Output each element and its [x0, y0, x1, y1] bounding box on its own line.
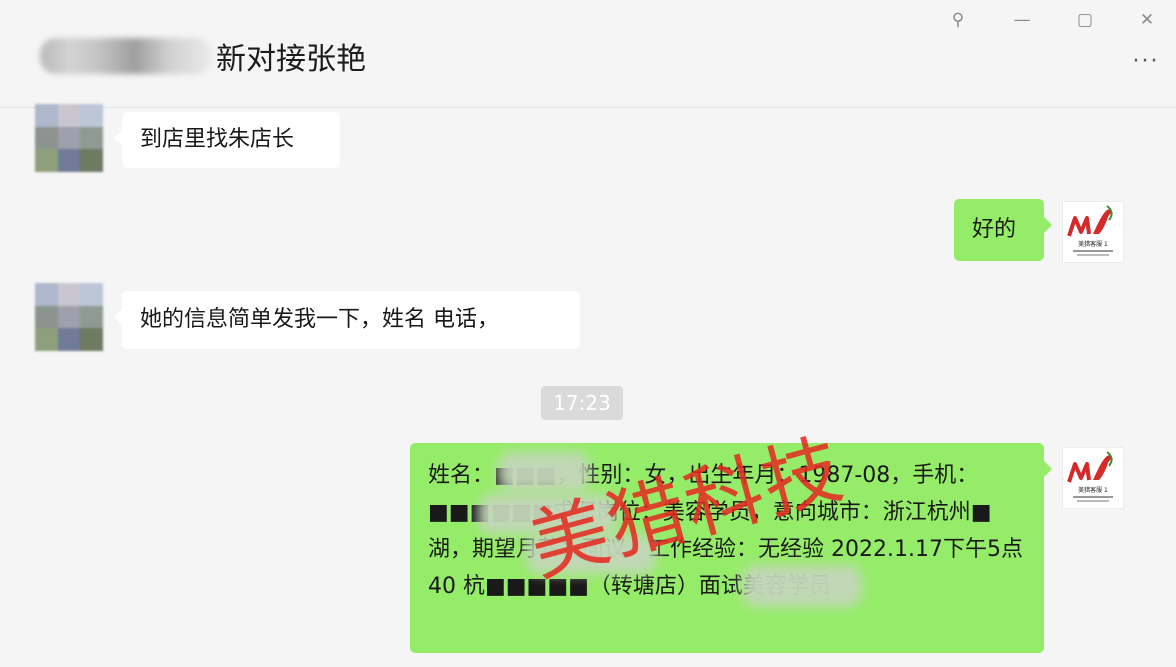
brand-logo-avatar[interactable]: 美猎客服 1	[1062, 201, 1124, 263]
chat-header: 新对接张艳 ⚲ — ▢ ✕ ···	[0, 0, 1176, 108]
contact-avatar[interactable]	[35, 104, 103, 172]
message-text: 到店里找朱店长	[140, 127, 295, 152]
redaction-blur	[478, 494, 618, 534]
close-button[interactable]: ✕	[1131, 6, 1163, 34]
logo-icon: 美猎客服 1	[1067, 205, 1113, 256]
blurred-contact-name	[40, 38, 212, 74]
svg-text:美猎客服 1: 美猎客服 1	[1078, 240, 1108, 248]
maximize-button[interactable]: ▢	[1069, 6, 1101, 34]
message-text: 她的信息简单发我一下，姓名 电话，	[140, 307, 499, 332]
contact-avatar[interactable]	[35, 283, 103, 351]
message-bubble-incoming[interactable]: 她的信息简单发我一下，姓名 电话，	[114, 291, 580, 349]
svg-text:美猎客服 1: 美猎客服 1	[1078, 486, 1108, 494]
chat-title: 新对接张艳	[216, 42, 366, 77]
timestamp: 17:23	[541, 386, 623, 420]
more-options-button[interactable]: ···	[1126, 51, 1166, 80]
message-bubble-outgoing[interactable]: 好的	[954, 199, 1052, 261]
redaction-blur	[742, 565, 862, 607]
redaction-blur	[526, 534, 656, 574]
redaction-blur	[498, 452, 590, 492]
message-bubble-incoming[interactable]: 到店里找朱店长	[114, 112, 340, 168]
logo-icon: 美猎客服 1	[1067, 451, 1113, 502]
brand-logo-avatar[interactable]: 美猎客服 1	[1062, 447, 1124, 509]
minimize-button[interactable]: —	[1006, 6, 1038, 34]
pin-icon[interactable]: ⚲	[942, 6, 974, 34]
message-text: 好的	[972, 217, 1017, 242]
